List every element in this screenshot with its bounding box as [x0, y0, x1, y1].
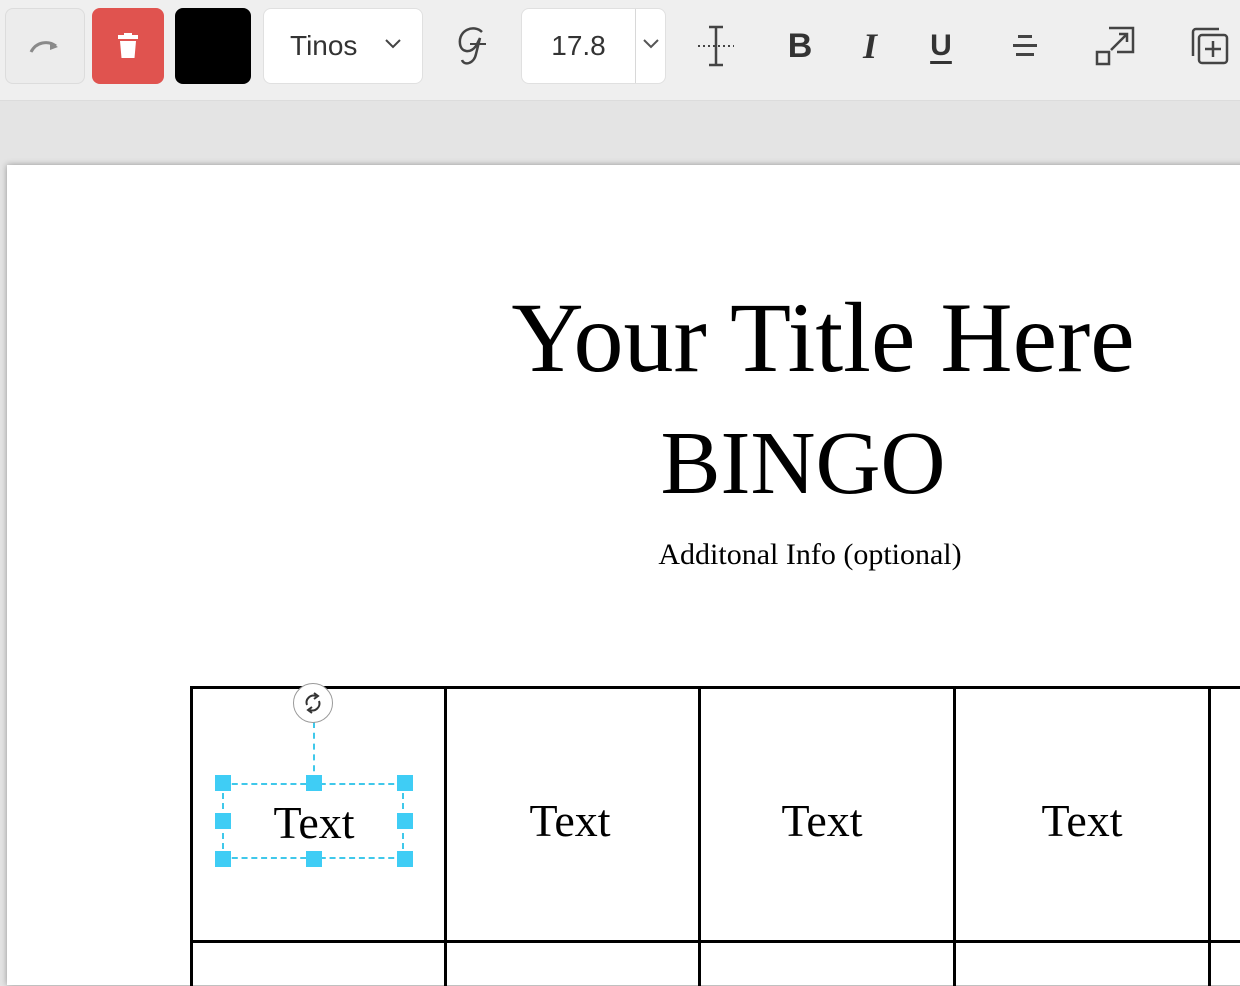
resize-handle-bottom-left[interactable] — [215, 851, 231, 867]
rotate-connector — [313, 722, 315, 782]
redo-icon — [29, 41, 58, 53]
grid-line — [190, 940, 1240, 943]
title-text[interactable]: Your Title Here — [488, 286, 1158, 390]
grid-line — [190, 686, 1240, 689]
resize-button[interactable] — [1089, 8, 1141, 84]
font-size-divider — [635, 9, 636, 83]
align-center-icon — [1013, 35, 1037, 56]
font-family-select[interactable]: Tinos — [263, 8, 423, 84]
bingo-cell-text[interactable]: Text — [490, 795, 650, 847]
trash-icon — [118, 33, 138, 58]
script-font-button[interactable] — [447, 8, 497, 84]
selection-box — [222, 783, 404, 859]
underline-button[interactable]: U — [915, 8, 967, 84]
resize-icon — [1095, 26, 1135, 66]
line-spacing-button[interactable] — [690, 8, 742, 84]
resize-handle-top-left[interactable] — [215, 775, 231, 791]
rotate-handle[interactable] — [293, 683, 333, 723]
chevron-down-icon[interactable] — [642, 37, 660, 49]
redo-button[interactable] — [5, 8, 85, 84]
resize-handle-right[interactable] — [397, 813, 413, 829]
resize-handle-bottom[interactable] — [306, 851, 322, 867]
font-family-value: Tinos — [290, 30, 358, 61]
delete-button[interactable] — [92, 8, 164, 84]
duplicate-button[interactable] — [1183, 8, 1235, 84]
resize-handle-top-right[interactable] — [397, 775, 413, 791]
text-spacing-icon — [698, 25, 734, 67]
font-size-field[interactable]: 17.8 — [521, 8, 666, 84]
bingo-text[interactable]: BINGO — [488, 412, 1118, 516]
toolbar: Tinos 17.8 B I U — [0, 0, 1240, 101]
font-size-value[interactable]: 17.8 — [522, 30, 635, 62]
rotate-icon — [305, 692, 321, 714]
script-font-icon — [458, 27, 486, 65]
bingo-cell-text[interactable]: Text — [742, 795, 902, 847]
resize-handle-top[interactable] — [306, 775, 322, 791]
bold-button[interactable]: B — [774, 8, 826, 84]
text-color-swatch[interactable] — [175, 8, 251, 84]
bingo-cell-text[interactable]: Text — [1002, 795, 1162, 847]
align-button[interactable] — [999, 8, 1051, 84]
duplicate-icon — [1191, 27, 1229, 65]
chevron-down-icon — [385, 39, 401, 49]
italic-button[interactable]: I — [844, 8, 896, 84]
resize-handle-left[interactable] — [215, 813, 231, 829]
additional-info-text[interactable]: Additonal Info (optional) — [560, 535, 1060, 575]
resize-handle-bottom-right[interactable] — [397, 851, 413, 867]
